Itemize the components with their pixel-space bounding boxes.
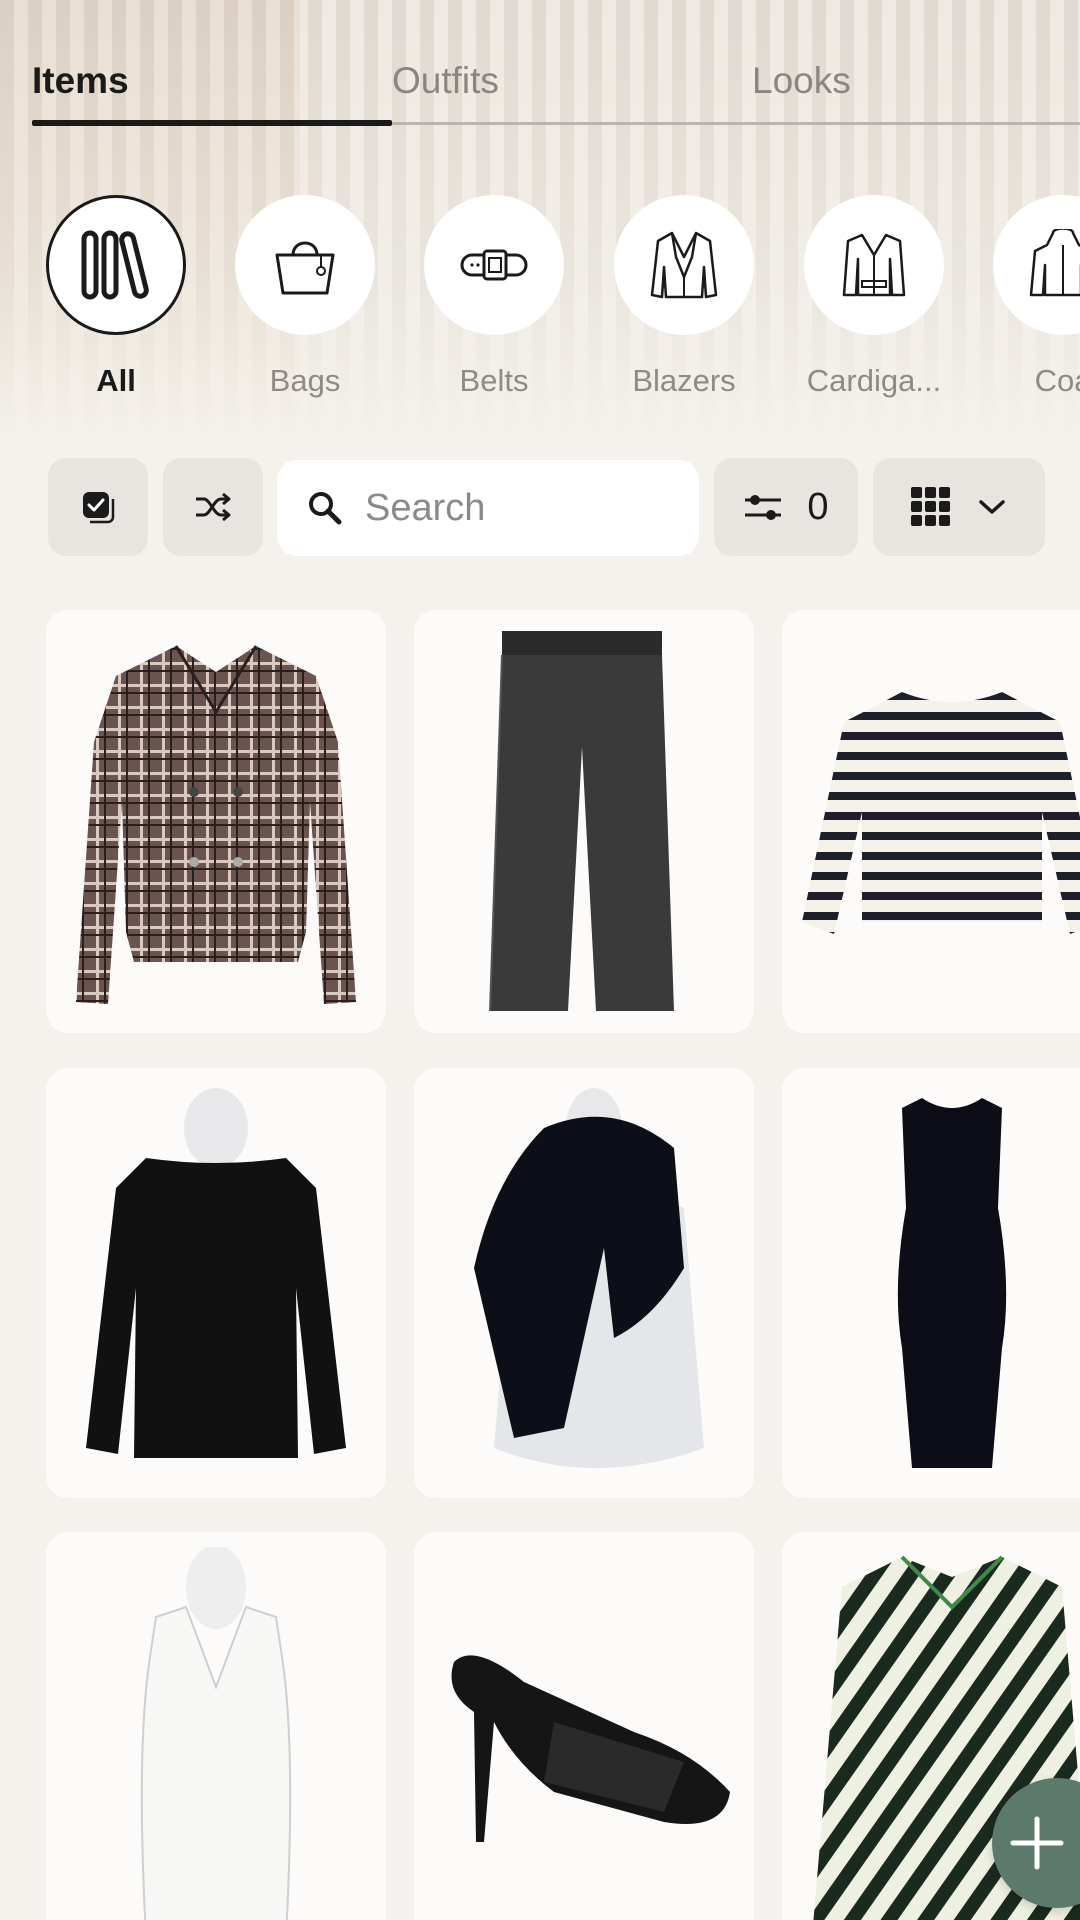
- filter-sliders-icon: [745, 495, 782, 520]
- chevron-down-icon: [979, 500, 1005, 514]
- category-cardigans-label: Cardiga...: [806, 363, 942, 398]
- tab-outfits[interactable]: Outfits: [392, 60, 499, 102]
- category-cardigans-circle: [804, 195, 944, 335]
- striped-top-image: [802, 691, 1080, 934]
- grid-view-icon: [911, 487, 950, 526]
- shuffle-icon: [196, 492, 231, 522]
- category-blazers-circle: [614, 195, 754, 335]
- blazer-icon: [650, 231, 718, 299]
- all-items-icon: [81, 230, 149, 300]
- item-card-plaid-jacket[interactable]: [46, 610, 386, 1033]
- item-card-white-tank[interactable]: [46, 1532, 386, 1920]
- filter-button[interactable]: 0: [714, 458, 858, 556]
- category-blazers[interactable]: Blazers: [614, 195, 754, 399]
- wide-trousers-image: [489, 630, 674, 1011]
- black-sandal-image: [451, 1655, 730, 1842]
- bag-icon: [275, 241, 335, 295]
- category-bags[interactable]: Bags: [235, 195, 375, 399]
- category-bags-circle: [235, 195, 375, 335]
- tab-looks[interactable]: Looks: [752, 60, 851, 102]
- category-cardigans[interactable]: Cardiga...: [804, 195, 944, 399]
- category-coats[interactable]: Coa: [993, 195, 1080, 399]
- item-card-black-dress[interactable]: [782, 1068, 1080, 1498]
- plus-icon: [1010, 1816, 1064, 1870]
- view-mode-button[interactable]: [873, 458, 1045, 556]
- item-card-striped-top[interactable]: [782, 610, 1080, 1033]
- category-bags-label: Bags: [269, 363, 341, 398]
- category-coats-label: Coa: [1034, 363, 1080, 398]
- toolbar: Search 0: [0, 458, 1080, 558]
- search-input[interactable]: Search: [277, 460, 699, 556]
- category-belts-label: Belts: [459, 363, 529, 398]
- black-top-image: [86, 1088, 346, 1458]
- category-blazers-label: Blazers: [632, 363, 736, 398]
- search-placeholder: Search: [365, 486, 486, 529]
- category-belts-circle: [424, 195, 564, 335]
- belt-icon: [460, 249, 528, 281]
- plaid-jacket-image: [76, 644, 356, 1004]
- tab-items[interactable]: Items: [32, 60, 129, 102]
- category-all[interactable]: All: [46, 195, 186, 399]
- checkbox-icon: [83, 492, 115, 524]
- black-dress-image: [897, 1098, 1007, 1468]
- category-all-circle: [46, 195, 186, 335]
- shuffle-button[interactable]: [163, 458, 263, 556]
- filter-count: 0: [807, 485, 829, 528]
- category-coats-circle: [993, 195, 1080, 335]
- select-button[interactable]: [48, 458, 148, 556]
- category-belts[interactable]: Belts: [424, 195, 564, 399]
- search-icon: [309, 492, 342, 525]
- top-tabs: Items Outfits Looks: [0, 0, 1080, 130]
- item-card-black-sandal[interactable]: [414, 1532, 754, 1920]
- tab-active-indicator: [32, 120, 392, 126]
- black-scarf-image: [474, 1088, 704, 1468]
- coat-icon: [1029, 229, 1080, 297]
- category-all-label: All: [96, 363, 136, 398]
- category-bar: All Bags Belts Blazers Cardiga... Co: [0, 195, 1080, 405]
- white-tank-image: [140, 1547, 292, 1920]
- item-card-wide-trousers[interactable]: [414, 610, 754, 1033]
- item-card-black-top[interactable]: [46, 1068, 386, 1498]
- cardigan-icon: [842, 233, 906, 297]
- item-card-black-scarf[interactable]: [414, 1068, 754, 1498]
